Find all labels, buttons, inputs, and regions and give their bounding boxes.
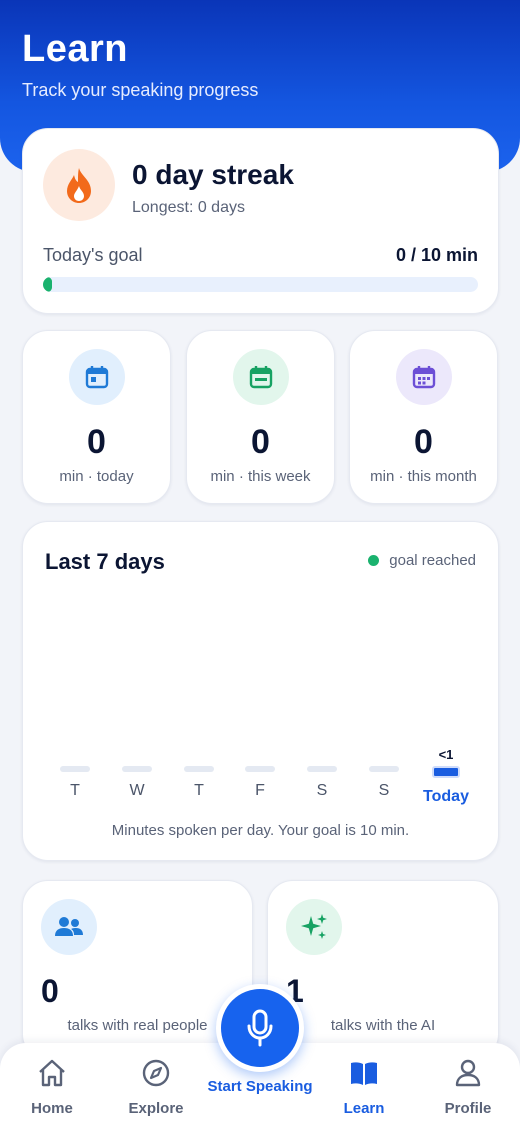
book-icon <box>351 1062 377 1085</box>
start-speaking-button[interactable] <box>216 984 304 1072</box>
day-label: S <box>378 782 390 799</box>
day-value <box>169 747 229 763</box>
week-title: Last 7 days <box>45 549 165 574</box>
day-value: <1 <box>438 747 454 762</box>
day-bar <box>122 766 152 772</box>
calendar-day-icon <box>68 349 125 405</box>
nav-profile[interactable]: Profile <box>423 1057 513 1117</box>
nav-explore-label: Explore <box>128 1100 184 1117</box>
home-icon <box>39 1059 65 1087</box>
streak-card: 0 day streak Longest: 0 days Today's goa… <box>22 128 499 314</box>
day-label: W <box>129 782 145 799</box>
stat-value: 0 <box>87 423 106 461</box>
day-column: T <box>45 747 105 800</box>
calendar-month-icon <box>395 349 452 405</box>
day-column-today: <1 Today <box>416 747 476 806</box>
day-column: T <box>169 747 229 800</box>
microphone-icon <box>247 1009 273 1047</box>
day-label: Today <box>423 788 469 805</box>
day-value <box>230 747 290 763</box>
nav-explore[interactable]: Explore <box>111 1057 201 1117</box>
streak-longest: Longest: 0 days <box>132 199 245 216</box>
flame-icon <box>43 149 115 221</box>
week-note: Minutes spoken per day. Your goal is 10 … <box>111 822 410 839</box>
nav-home[interactable]: Home <box>7 1057 97 1117</box>
page-title: Learn <box>22 28 128 70</box>
stat-value: 0 <box>251 423 270 461</box>
legend: goal reached <box>368 552 476 569</box>
stat-card-today: 0 min · today <box>22 330 171 504</box>
last-7-days-card: Last 7 days goal reached T W T F S S <1 … <box>22 521 499 861</box>
day-value <box>107 747 167 763</box>
talks-value: 0 <box>41 973 59 1009</box>
page-subtitle: Track your speaking progress <box>22 80 259 100</box>
nav-learn-label: Learn <box>343 1100 385 1117</box>
stat-card-month: 0 min · this month <box>349 330 498 504</box>
nav-home-label: Home <box>31 1100 73 1117</box>
goal-value: 0 / 10 min <box>395 245 478 265</box>
day-label: T <box>194 782 204 799</box>
day-bar <box>369 766 399 772</box>
day-column: S <box>292 747 352 800</box>
day-bar <box>245 766 275 772</box>
day-value <box>45 747 105 763</box>
nav-profile-label: Profile <box>444 1100 492 1117</box>
stat-label: min · this month <box>370 468 477 485</box>
day-label: T <box>70 782 80 799</box>
day-column: F <box>230 747 290 800</box>
day-label: F <box>255 782 265 799</box>
calendar-week-icon <box>232 349 289 405</box>
day-bar-today <box>432 766 460 778</box>
day-column: S <box>354 747 414 800</box>
nav-learn[interactable]: Learn <box>319 1057 409 1117</box>
stat-label: min · this week <box>210 468 311 485</box>
day-bar <box>60 766 90 772</box>
day-bar <box>184 766 214 772</box>
legend-label: goal reached <box>389 552 476 569</box>
stat-value: 0 <box>414 423 433 461</box>
goal-label: Today's goal <box>43 245 143 265</box>
legend-dot <box>368 555 380 566</box>
goal-progress-bar <box>43 277 478 292</box>
goal-progress-fill <box>43 277 52 292</box>
start-speaking-label[interactable]: Start Speaking <box>190 1078 330 1095</box>
day-label: S <box>316 782 328 799</box>
day-column: W <box>107 747 167 800</box>
streak-title: 0 day streak <box>132 159 294 190</box>
profile-icon <box>455 1059 481 1087</box>
day-value <box>354 747 414 763</box>
stat-label: min · today <box>59 468 134 485</box>
sparkles-icon <box>286 899 342 955</box>
compass-icon <box>142 1059 170 1087</box>
stat-card-week: 0 min · this week <box>186 330 335 504</box>
day-bar <box>307 766 337 772</box>
people-icon <box>41 899 97 955</box>
day-value <box>292 747 352 763</box>
